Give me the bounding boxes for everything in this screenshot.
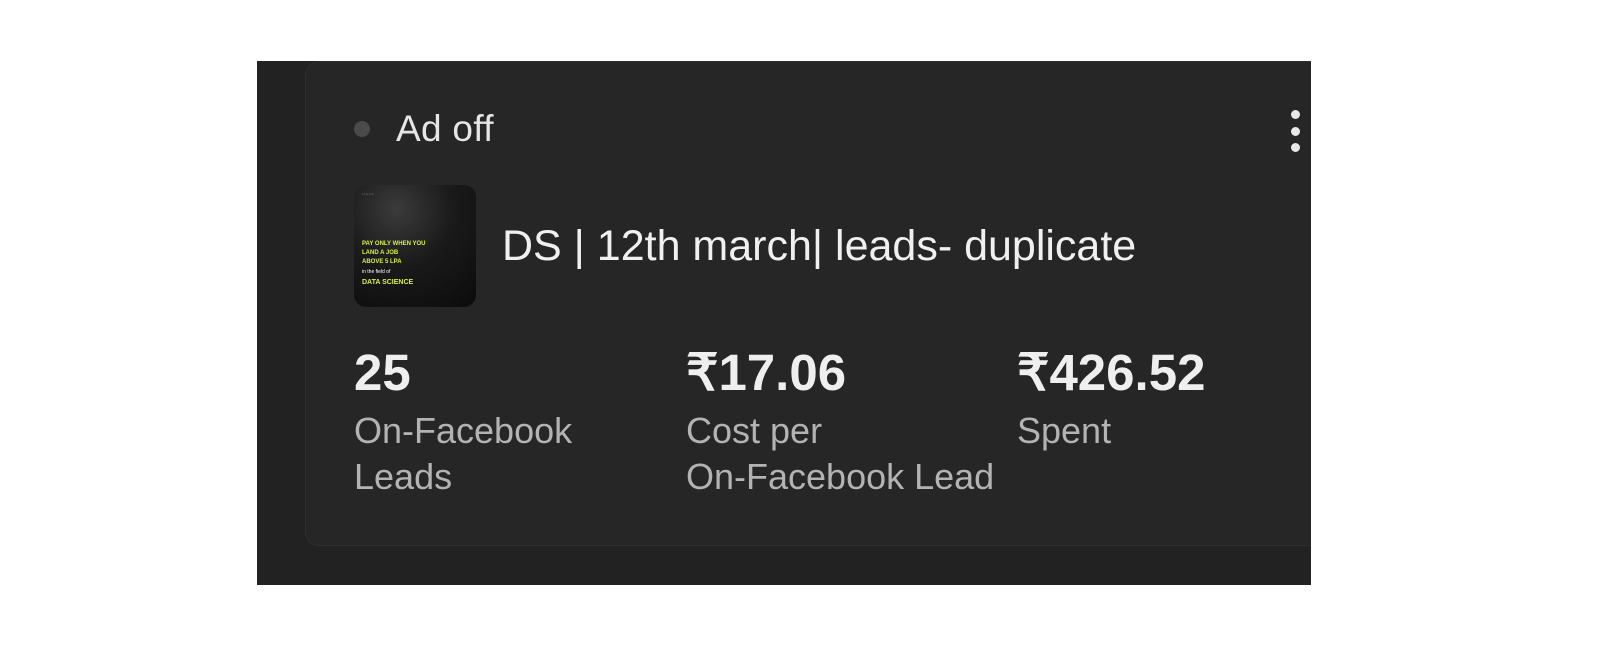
cost-per-lead-value: ₹17.06 (686, 344, 847, 401)
leads-label-line-1: On-Facebook (354, 410, 573, 451)
thumbnail-text-2: LAND A JOB (362, 250, 399, 256)
spent-label: Spent (1017, 410, 1112, 451)
ad-card[interactable]: Ad off ······· PAY ONLY WHEN YOU LAND A … (305, 61, 1311, 546)
thumbnail-text-3: ABOVE 5 LPA (362, 259, 402, 265)
thumbnail-text-1: PAY ONLY WHEN YOU (362, 241, 426, 247)
metrics-row: 25 On-Facebook Leads ₹17.06 Cost per On-… (354, 342, 1311, 512)
status-dot-icon (354, 121, 370, 137)
thumbnail-brand: ······· (362, 192, 374, 198)
cost-per-lead-label-line-2: On-Facebook Lead (686, 456, 995, 497)
menu-dot (1290, 143, 1300, 152)
ad-status-label: Ad off (396, 108, 494, 149)
thumbnail-text-4: in the field of (362, 269, 391, 275)
ad-status: Ad off (354, 104, 494, 154)
metric-leads: 25 On-Facebook Leads (354, 342, 572, 500)
more-vertical-icon (1290, 110, 1300, 119)
leads-value: 25 (354, 344, 411, 401)
ads-manager-screen: Ad off ······· PAY ONLY WHEN YOU LAND A … (257, 61, 1311, 585)
metric-cost-per-lead: ₹17.06 Cost per On-Facebook Lead (686, 342, 994, 500)
cost-per-lead-label-line-1: Cost per (686, 410, 823, 451)
metric-spent: ₹426.52 Spent (1017, 342, 1205, 454)
thumbnail-text-5: DATA SCIENCE (362, 279, 414, 286)
ad-info-row[interactable]: ······· PAY ONLY WHEN YOU LAND A JOB ABO… (354, 185, 1136, 307)
ad-thumbnail[interactable]: ······· PAY ONLY WHEN YOU LAND A JOB ABO… (354, 185, 476, 307)
leads-label-line-2: Leads (354, 456, 453, 497)
menu-dot (1290, 126, 1300, 136)
spent-value: ₹426.52 (1017, 344, 1206, 401)
more-options-button[interactable] (1280, 110, 1310, 152)
ad-name[interactable]: DS | 12th march| leads- duplicate (502, 222, 1136, 271)
